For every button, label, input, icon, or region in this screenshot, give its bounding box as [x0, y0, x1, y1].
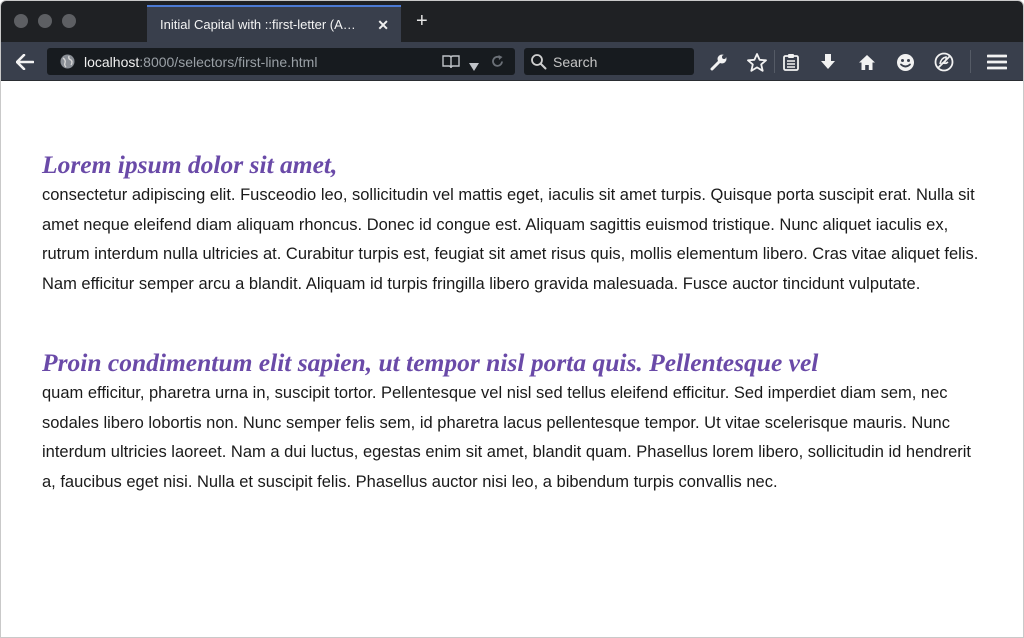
minimize-window-button[interactable] [38, 14, 52, 28]
paragraph-text: quam efficitur, pharetra urna in, suscip… [42, 384, 972, 491]
no-tracking-icon[interactable] [933, 51, 955, 73]
search-input[interactable]: Search [553, 54, 597, 70]
smiley-icon[interactable] [894, 51, 916, 73]
tab-strip: Initial Capital with ::first-letter (A… … [1, 1, 1023, 42]
close-tab-icon[interactable]: ✕ [377, 18, 389, 32]
tab-active[interactable]: Initial Capital with ::first-letter (A… … [147, 5, 401, 42]
search-bar[interactable]: Search [524, 48, 694, 75]
download-icon[interactable] [817, 51, 839, 73]
page-content: Lorem ipsum dolor sit amet, consectetur … [1, 82, 1023, 637]
url-bar[interactable]: localhost:8000/selectors/first-line.html [47, 48, 515, 75]
wrench-icon[interactable] [708, 51, 730, 73]
menu-icon[interactable] [986, 51, 1008, 73]
url-path: :8000/selectors/first-line.html [139, 54, 318, 70]
star-icon[interactable] [746, 51, 768, 73]
home-icon[interactable] [856, 51, 878, 73]
styled-first-line: Lorem ipsum dolor sit amet, [42, 150, 338, 179]
clipboard-icon[interactable] [780, 51, 802, 73]
url-text[interactable]: localhost:8000/selectors/first-line.html [84, 54, 317, 70]
maximize-window-button[interactable] [62, 14, 76, 28]
url-host: localhost [84, 54, 140, 70]
browser-window: Initial Capital with ::first-letter (A… … [0, 0, 1024, 638]
reload-icon[interactable] [490, 54, 505, 69]
paragraph: Lorem ipsum dolor sit amet, consectetur … [42, 148, 988, 299]
toolbar-separator [970, 50, 971, 73]
tab-title: Initial Capital with ::first-letter (A… [160, 17, 356, 32]
back-icon[interactable] [14, 51, 36, 73]
reader-view-icon[interactable] [442, 55, 460, 69]
search-icon [530, 53, 547, 70]
dropdown-icon[interactable] [469, 58, 479, 71]
styled-first-line: Proin condimentum elit sapien, ut tempor… [42, 348, 819, 377]
close-window-button[interactable] [14, 14, 28, 28]
globe-icon[interactable] [60, 54, 75, 69]
navigation-bar: localhost:8000/selectors/first-line.html… [1, 42, 1023, 81]
paragraph-text: consectetur adipiscing elit. Fusceodio l… [42, 186, 979, 293]
paragraph: Proin condimentum elit sapien, ut tempor… [42, 346, 988, 497]
new-tab-button[interactable]: + [416, 11, 428, 31]
toolbar-separator [774, 50, 775, 73]
